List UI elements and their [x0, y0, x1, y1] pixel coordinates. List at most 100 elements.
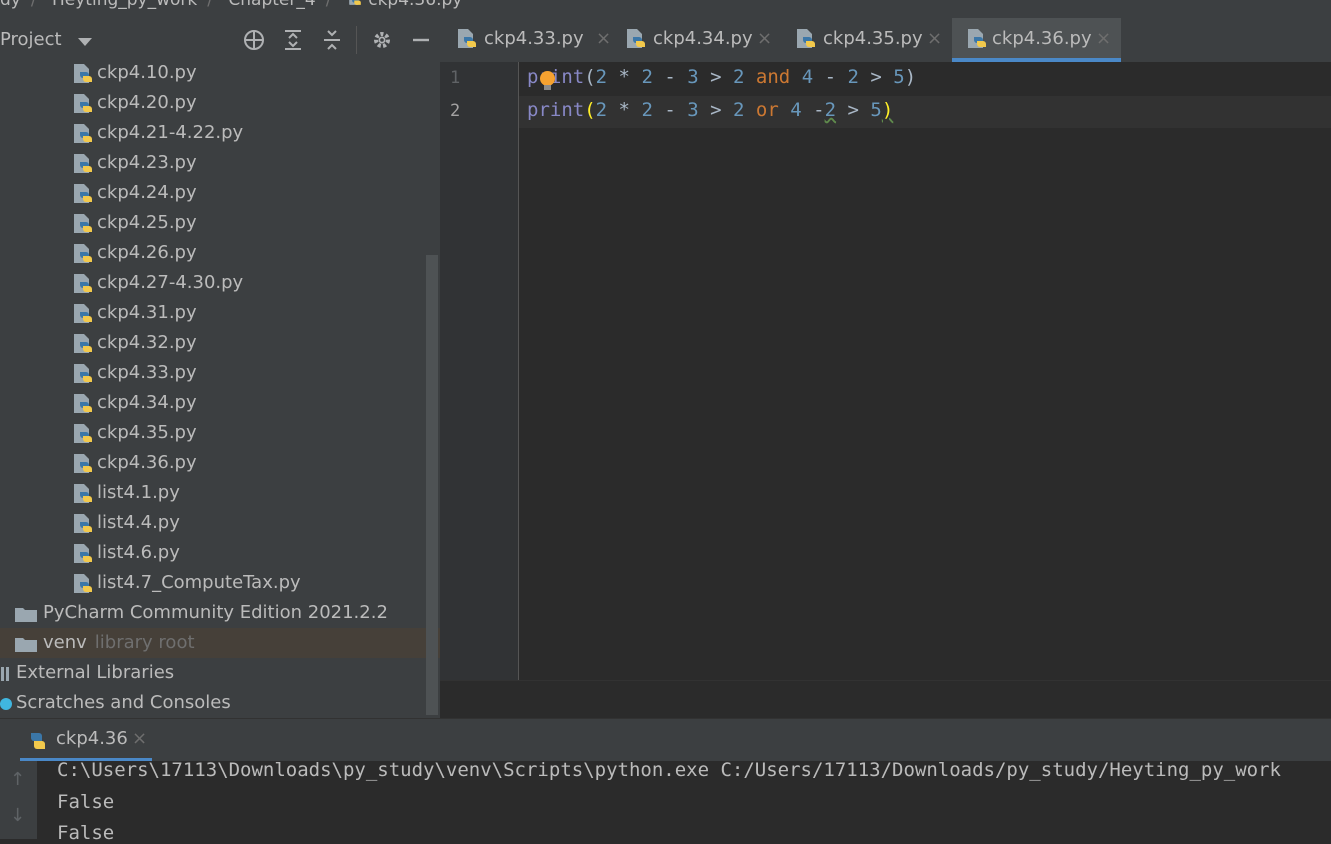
- python-file-icon: [74, 454, 92, 473]
- python-file-icon: [74, 544, 92, 563]
- tab-ckp4-36[interactable]: ckp4.36.py ×: [952, 18, 1121, 62]
- up-arrow-icon[interactable]: ↑: [10, 769, 25, 790]
- tree-item-file[interactable]: ckp4.27-4.30.py: [0, 268, 440, 298]
- tree-item-file[interactable]: ckp4.34.py: [0, 388, 440, 418]
- tree-item-label: ckp4.10.py: [97, 62, 197, 83]
- tree-item-file[interactable]: ckp4.25.py: [0, 208, 440, 238]
- chevron-down-icon[interactable]: [78, 38, 92, 46]
- tab-ckp4-33[interactable]: ckp4.33.py ×: [450, 18, 615, 60]
- tree-item-file[interactable]: ckp4.24.py: [0, 178, 440, 208]
- collapse-all-icon[interactable]: [320, 28, 344, 52]
- project-scrollbar[interactable]: [426, 255, 438, 715]
- tree-item-label: ckp4.26.py: [97, 242, 197, 263]
- code-editor[interactable]: print(2 * 2 - 3 > 2 and 4 - 2 > 5) print…: [519, 62, 1331, 680]
- tree-item-file[interactable]: ckp4.23.py: [0, 148, 440, 178]
- tree-item-file[interactable]: ckp4.32.py: [0, 328, 440, 358]
- tree-item-label: ckp4.23.py: [97, 152, 197, 173]
- tree-item-label: External Libraries: [16, 662, 175, 683]
- library-root-hint: library root: [94, 632, 195, 653]
- tab-label: ckp4.36.py: [992, 28, 1092, 49]
- python-file-icon: [74, 244, 92, 263]
- locate-icon[interactable]: [242, 28, 266, 52]
- library-icon: [1, 667, 9, 681]
- breadcrumb-item[interactable]: dy: [0, 0, 21, 10]
- line-number: 2: [450, 101, 461, 121]
- tree-item-folder-venv[interactable]: venv library root: [0, 628, 440, 658]
- scratches-icon: [0, 698, 12, 710]
- breadcrumb-item[interactable]: Chapter_4: [228, 0, 315, 10]
- tree-item-file[interactable]: list4.1.py: [0, 478, 440, 508]
- lightbulb-base: [544, 85, 551, 90]
- project-panel: Project ckp4.10.py ckp4.20.py ckp4.21-4.…: [0, 18, 440, 718]
- close-icon[interactable]: ×: [1096, 18, 1111, 60]
- code-line-1[interactable]: print(2 * 2 - 3 > 2 and 4 - 2 > 5): [527, 66, 916, 88]
- tree-item-file[interactable]: list4.7_ComputeTax.py: [0, 568, 440, 598]
- tree-item-label: ckp4.31.py: [97, 302, 197, 323]
- python-file-icon: [968, 29, 986, 48]
- python-file-icon: [458, 29, 476, 48]
- project-header: Project: [0, 18, 440, 62]
- tree-item-file[interactable]: ckp4.35.py: [0, 418, 440, 448]
- tab-ckp4-35[interactable]: ckp4.35.py ×: [789, 18, 954, 60]
- lightbulb-icon[interactable]: [540, 71, 555, 86]
- tree-item-file[interactable]: ckp4.31.py: [0, 298, 440, 328]
- tree-item-external-libraries[interactable]: External Libraries: [0, 658, 440, 688]
- folder-icon: [15, 608, 37, 622]
- tree-item-file[interactable]: ckp4.33.py: [0, 358, 440, 388]
- python-file-icon: [74, 274, 92, 293]
- expand-all-icon[interactable]: [281, 28, 305, 52]
- down-arrow-icon[interactable]: ↓: [10, 805, 25, 826]
- python-file-icon: [797, 29, 815, 48]
- tree-item-label: Scratches and Consoles: [16, 692, 231, 713]
- tree-item-file[interactable]: list4.6.py: [0, 538, 440, 568]
- tree-item-label: list4.1.py: [97, 482, 180, 503]
- tree-item-file[interactable]: ckp4.26.py: [0, 238, 440, 268]
- tree-item-file[interactable]: ckp4.21-4.22.py: [0, 118, 440, 148]
- breadcrumb-item[interactable]: ckp4.36.py: [368, 0, 462, 10]
- console-output-line: False: [57, 791, 115, 813]
- tree-item-label: list4.4.py: [97, 512, 180, 533]
- tree-item-file[interactable]: list4.4.py: [0, 508, 440, 538]
- run-panel: ckp4.36 × ↑ ↓ C:\Users\17113\Downloads\p…: [0, 718, 1331, 844]
- tree-item-label: ckp4.20.py: [97, 92, 197, 113]
- gear-icon[interactable]: [370, 28, 394, 52]
- python-file-icon: [74, 64, 92, 83]
- python-file-icon: [74, 394, 92, 413]
- python-file-icon: [74, 574, 92, 593]
- tree-item-scratches[interactable]: Scratches and Consoles: [0, 688, 440, 718]
- minimize-icon[interactable]: [409, 28, 433, 52]
- tree-item-label: ckp4.21-4.22.py: [97, 122, 244, 143]
- close-icon[interactable]: ×: [132, 728, 147, 749]
- divider: [356, 26, 357, 54]
- tab-ckp4-34[interactable]: ckp4.34.py ×: [619, 18, 784, 60]
- tree-item-file[interactable]: ckp4.36.py: [0, 448, 440, 478]
- close-icon[interactable]: ×: [757, 18, 772, 60]
- tree-item-label: list4.6.py: [97, 542, 180, 563]
- tab-label: ckp4.35.py: [823, 28, 923, 49]
- tree-item-file[interactable]: ckp4.20.py: [0, 88, 440, 118]
- python-file-icon: [349, 0, 361, 5]
- close-icon[interactable]: ×: [927, 18, 942, 60]
- code-line-2[interactable]: print(2 * 2 - 3 > 2 or 4 -2 > 5): [527, 99, 893, 121]
- python-file-icon: [74, 154, 92, 173]
- console-output-line: False: [57, 822, 115, 844]
- folder-icon: [15, 638, 37, 652]
- run-tab-label: ckp4.36: [56, 728, 128, 749]
- run-toolbar: ↑ ↓: [0, 761, 37, 839]
- python-file-icon: [74, 334, 92, 353]
- tree-item-label: ckp4.32.py: [97, 332, 197, 353]
- project-title[interactable]: Project: [0, 29, 62, 50]
- console-command-line: C:\Users\17113\Downloads\py_study\venv\S…: [57, 759, 1281, 781]
- tree-item-label: PyCharm Community Edition 2021.2.2: [43, 602, 388, 623]
- python-icon: [31, 733, 45, 749]
- tree-item-file[interactable]: ckp4.10.py: [0, 58, 440, 88]
- tree-item-folder[interactable]: PyCharm Community Edition 2021.2.2: [0, 598, 440, 628]
- close-icon[interactable]: ×: [596, 18, 611, 60]
- tree-item-label: ckp4.36.py: [97, 452, 197, 473]
- breadcrumb-item[interactable]: Heyting_py_work: [52, 0, 197, 10]
- python-file-icon: [74, 184, 92, 203]
- tree-item-label: venv library root: [43, 632, 195, 653]
- run-tab[interactable]: ckp4.36 ×: [0, 719, 1331, 761]
- tab-label: ckp4.33.py: [484, 28, 584, 49]
- python-file-icon: [74, 364, 92, 383]
